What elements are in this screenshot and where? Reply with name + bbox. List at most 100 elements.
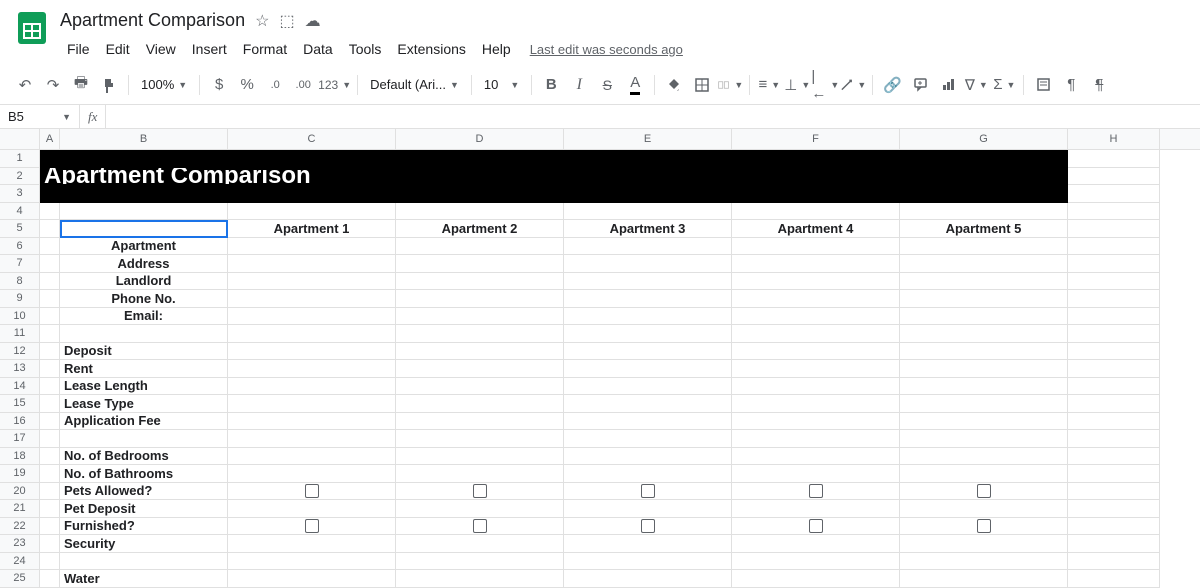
cell-B6[interactable]: Apartment xyxy=(60,238,228,256)
cell-H16[interactable] xyxy=(1068,413,1160,431)
cell-H21[interactable] xyxy=(1068,500,1160,518)
cell-B24[interactable] xyxy=(60,553,228,571)
cell-F18[interactable] xyxy=(732,448,900,466)
cell-A25[interactable] xyxy=(40,570,60,588)
cell-E13[interactable] xyxy=(564,360,732,378)
cell-B23[interactable]: Security xyxy=(60,535,228,553)
percent-button[interactable]: % xyxy=(234,72,260,98)
cell-E9[interactable] xyxy=(564,290,732,308)
print-button[interactable]: 🖶 xyxy=(68,72,94,98)
cell-B7[interactable]: Address xyxy=(60,255,228,273)
cell-F23[interactable] xyxy=(732,535,900,553)
row-header-8[interactable]: 8 xyxy=(0,273,40,291)
cell-C5[interactable]: Apartment 1 xyxy=(228,220,396,238)
row-header-11[interactable]: 11 xyxy=(0,325,40,343)
cell-A18[interactable] xyxy=(40,448,60,466)
menu-edit[interactable]: Edit xyxy=(99,37,137,61)
link-button[interactable]: 🔗 xyxy=(879,72,905,98)
checkbox[interactable] xyxy=(641,519,655,533)
cell-C23[interactable] xyxy=(228,535,396,553)
col-header-H[interactable]: H xyxy=(1068,129,1160,149)
row-header-23[interactable]: 23 xyxy=(0,535,40,553)
cell-G24[interactable] xyxy=(900,553,1068,571)
cell-C13[interactable] xyxy=(228,360,396,378)
cell-A15[interactable] xyxy=(40,395,60,413)
row-header-13[interactable]: 13 xyxy=(0,360,40,378)
currency-button[interactable]: $ xyxy=(206,72,232,98)
cell-B22[interactable]: Furnished? xyxy=(60,518,228,536)
cell-F4[interactable] xyxy=(732,203,900,221)
cell-D4[interactable] xyxy=(396,203,564,221)
cell-D12[interactable] xyxy=(396,343,564,361)
cell-E17[interactable] xyxy=(564,430,732,448)
menu-insert[interactable]: Insert xyxy=(185,37,234,61)
cell-E1[interactable] xyxy=(564,150,732,168)
cell-A1[interactable] xyxy=(40,150,60,168)
cell-E12[interactable] xyxy=(564,343,732,361)
cell-C21[interactable] xyxy=(228,500,396,518)
checkbox[interactable] xyxy=(473,484,487,498)
cell-D15[interactable] xyxy=(396,395,564,413)
cell-D3[interactable] xyxy=(396,185,564,203)
cell-A17[interactable] xyxy=(40,430,60,448)
merge-button[interactable]: ▼ xyxy=(717,72,743,98)
row-header-3[interactable]: 3 xyxy=(0,185,40,203)
cell-G20[interactable] xyxy=(900,483,1068,501)
row-header-25[interactable]: 25 xyxy=(0,570,40,588)
col-header-C[interactable]: C xyxy=(228,129,396,149)
cell-B17[interactable] xyxy=(60,430,228,448)
cell-F24[interactable] xyxy=(732,553,900,571)
cell-G13[interactable] xyxy=(900,360,1068,378)
cell-E21[interactable] xyxy=(564,500,732,518)
cell-B3[interactable] xyxy=(60,185,228,203)
cell-G12[interactable] xyxy=(900,343,1068,361)
row-header-22[interactable]: 22 xyxy=(0,518,40,536)
redo-button[interactable]: ↷ xyxy=(40,72,66,98)
row-header-1[interactable]: 1 xyxy=(0,150,40,168)
cell-E20[interactable] xyxy=(564,483,732,501)
checkbox[interactable] xyxy=(305,484,319,498)
cell-E11[interactable] xyxy=(564,325,732,343)
cloud-icon[interactable]: ☁ xyxy=(305,11,321,31)
row-header-20[interactable]: 20 xyxy=(0,483,40,501)
cell-C7[interactable] xyxy=(228,255,396,273)
cell-D5[interactable]: Apartment 2 xyxy=(396,220,564,238)
row-header-18[interactable]: 18 xyxy=(0,448,40,466)
cell-D19[interactable] xyxy=(396,465,564,483)
cell-D18[interactable] xyxy=(396,448,564,466)
cell-D25[interactable] xyxy=(396,570,564,588)
cell-C16[interactable] xyxy=(228,413,396,431)
cell-A6[interactable] xyxy=(40,238,60,256)
cell-H25[interactable] xyxy=(1068,570,1160,588)
row-header-2[interactable]: 2 xyxy=(0,168,40,186)
cell-F15[interactable] xyxy=(732,395,900,413)
cell-F22[interactable] xyxy=(732,518,900,536)
cell-G7[interactable] xyxy=(900,255,1068,273)
cell-F20[interactable] xyxy=(732,483,900,501)
cell-C25[interactable] xyxy=(228,570,396,588)
cell-E19[interactable] xyxy=(564,465,732,483)
decrease-decimal-button[interactable]: .0 xyxy=(262,72,288,98)
cell-H2[interactable] xyxy=(1068,168,1160,186)
cell-C19[interactable] xyxy=(228,465,396,483)
menu-file[interactable]: File xyxy=(60,37,97,61)
row-header-4[interactable]: 4 xyxy=(0,203,40,221)
cell-D23[interactable] xyxy=(396,535,564,553)
cell-A16[interactable] xyxy=(40,413,60,431)
cell-H10[interactable] xyxy=(1068,308,1160,326)
font-size-select[interactable]: 10▼ xyxy=(478,77,525,92)
sheets-logo[interactable] xyxy=(12,8,52,48)
cell-E14[interactable] xyxy=(564,378,732,396)
document-title[interactable]: Apartment Comparison xyxy=(60,10,245,31)
borders-button[interactable] xyxy=(689,72,715,98)
cell-D14[interactable] xyxy=(396,378,564,396)
cell-H13[interactable] xyxy=(1068,360,1160,378)
menu-data[interactable]: Data xyxy=(296,37,340,61)
zoom-select[interactable]: 100%▼ xyxy=(135,77,193,92)
cell-A4[interactable] xyxy=(40,203,60,221)
row-header-6[interactable]: 6 xyxy=(0,238,40,256)
cell-A23[interactable] xyxy=(40,535,60,553)
cell-G4[interactable] xyxy=(900,203,1068,221)
cell-H12[interactable] xyxy=(1068,343,1160,361)
more-formats-button[interactable]: 123▼ xyxy=(318,72,351,98)
